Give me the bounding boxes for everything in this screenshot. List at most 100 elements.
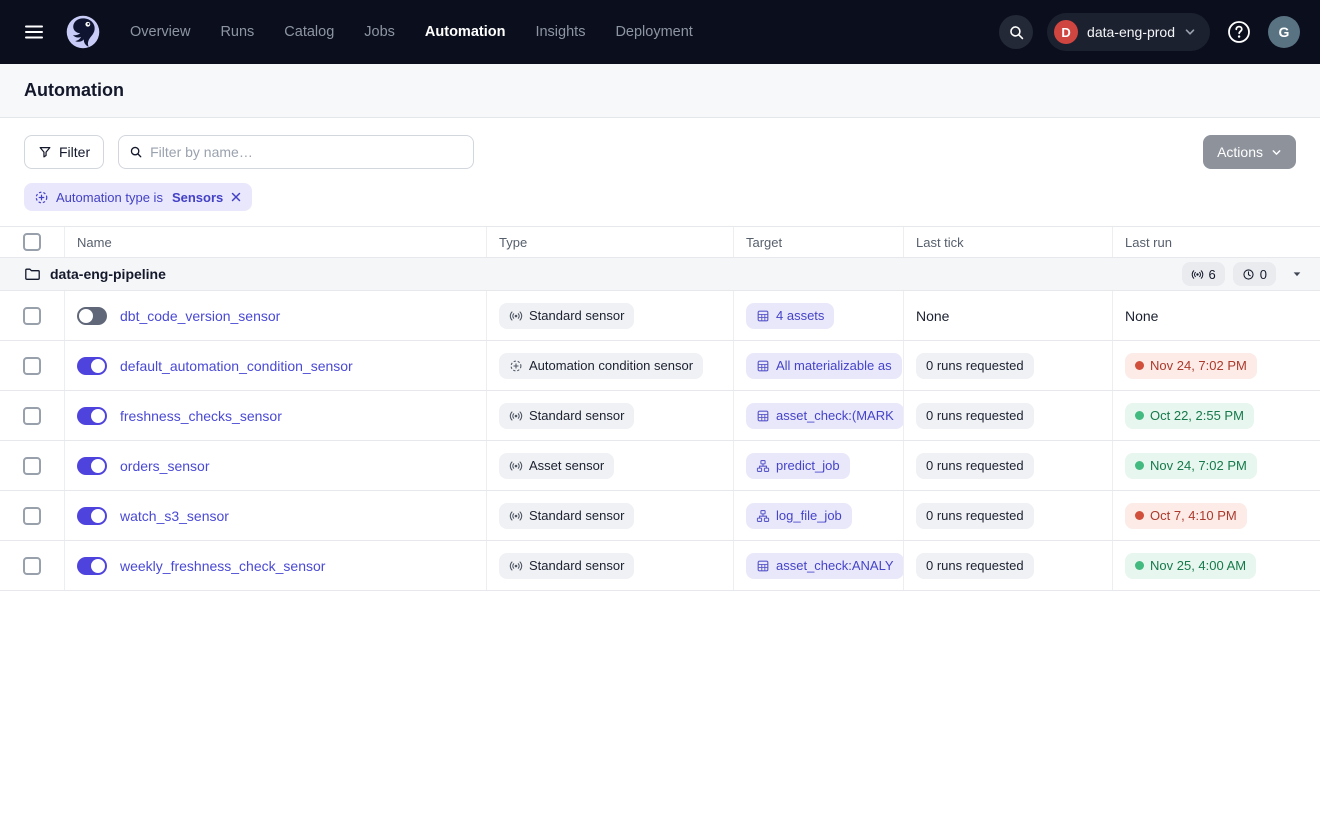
schedule-count-badge: 0	[1233, 262, 1276, 286]
run-status-dot	[1135, 411, 1144, 420]
hamburger-menu-icon[interactable]	[16, 14, 52, 50]
sensor-type-badge: Standard sensor	[499, 503, 634, 529]
target-link[interactable]: All materializable as	[746, 353, 902, 379]
sensor-name-link[interactable]: freshness_checks_sensor	[120, 408, 282, 424]
last-run-link[interactable]: Oct 7, 4:10 PM	[1125, 503, 1247, 529]
sensor-toggle[interactable]	[77, 457, 107, 475]
select-all-checkbox[interactable]	[23, 233, 41, 251]
nav-runs[interactable]: Runs	[220, 24, 254, 40]
search-icon	[1008, 24, 1025, 41]
job-icon	[756, 509, 770, 523]
sensor-toggle[interactable]	[77, 407, 107, 425]
nav-deployment[interactable]: Deployment	[615, 24, 692, 40]
filter-tag-prefix: Automation type is	[56, 190, 163, 205]
schedule-count: 0	[1260, 267, 1267, 282]
last-tick-badge: 0 runs requested	[916, 353, 1034, 379]
row-checkbox[interactable]	[23, 507, 41, 525]
sensor-type-badge: Standard sensor	[499, 303, 634, 329]
asset-icon	[756, 559, 770, 573]
run-status-dot	[1135, 361, 1144, 370]
primary-nav: Overview Runs Catalog Jobs Automation In…	[130, 24, 693, 40]
deployment-switcher[interactable]: D data-eng-prod	[1047, 13, 1210, 51]
chevron-down-icon	[1184, 26, 1196, 38]
actions-button[interactable]: Actions	[1203, 135, 1296, 169]
row-checkbox[interactable]	[23, 557, 41, 575]
last-run-link[interactable]: Nov 25, 4:00 AM	[1125, 553, 1256, 579]
sensor-name-link[interactable]: watch_s3_sensor	[120, 508, 229, 524]
row-checkbox[interactable]	[23, 457, 41, 475]
table-row: default_automation_condition_sensor Auto…	[0, 341, 1320, 391]
filter-button[interactable]: Filter	[24, 135, 104, 169]
clock-icon	[1242, 268, 1255, 281]
nav-automation[interactable]: Automation	[425, 24, 506, 40]
nav-overview[interactable]: Overview	[130, 24, 190, 40]
row-checkbox[interactable]	[23, 357, 41, 375]
sensor-icon	[509, 559, 523, 573]
asset-icon	[756, 409, 770, 423]
user-avatar[interactable]: G	[1268, 16, 1300, 48]
last-run-value: None	[1125, 308, 1158, 324]
search-icon	[129, 145, 143, 159]
filter-tag-value: Sensors	[172, 190, 223, 205]
filter-tag-automation-type[interactable]: Automation type is Sensors	[24, 183, 252, 211]
last-tick-value: None	[916, 308, 949, 324]
name-filter-input[interactable]	[150, 144, 463, 160]
sensor-toggle[interactable]	[77, 357, 107, 375]
run-status-dot	[1135, 561, 1144, 570]
page-title: Automation	[24, 80, 124, 101]
last-tick-badge: 0 runs requested	[916, 453, 1034, 479]
automation-condition-icon	[509, 359, 523, 373]
target-link[interactable]: predict_job	[746, 453, 850, 479]
chevron-down-icon	[1271, 147, 1282, 158]
dagster-logo[interactable]	[62, 11, 104, 53]
job-icon	[756, 459, 770, 473]
sensor-name-link[interactable]: default_automation_condition_sensor	[120, 358, 353, 374]
table-row: watch_s3_sensor Standard sensor log_file…	[0, 491, 1320, 541]
automation-condition-icon	[34, 190, 49, 205]
nav-jobs[interactable]: Jobs	[364, 24, 395, 40]
caret-down-icon[interactable]	[1292, 269, 1302, 279]
row-checkbox[interactable]	[23, 407, 41, 425]
row-checkbox[interactable]	[23, 307, 41, 325]
help-button[interactable]	[1224, 17, 1254, 47]
sensor-icon	[509, 409, 523, 423]
target-link[interactable]: asset_check:ANALY	[746, 553, 903, 579]
sensor-icon	[509, 309, 523, 323]
active-filters-row: Automation type is Sensors	[0, 177, 1320, 226]
last-run-link[interactable]: Nov 24, 7:02 PM	[1125, 453, 1257, 479]
code-location-group-row[interactable]: data-eng-pipeline 6 0	[0, 258, 1320, 291]
table-row: freshness_checks_sensor Standard sensor …	[0, 391, 1320, 441]
sensor-count-badge: 6	[1182, 262, 1225, 286]
group-name: data-eng-pipeline	[50, 266, 166, 282]
folder-icon	[24, 266, 40, 282]
sensor-type-badge: Standard sensor	[499, 553, 634, 579]
nav-insights[interactable]: Insights	[535, 24, 585, 40]
global-search-button[interactable]	[999, 15, 1033, 49]
sensor-toggle[interactable]	[77, 507, 107, 525]
sensor-toggle[interactable]	[77, 557, 107, 575]
sensor-name-link[interactable]: weekly_freshness_check_sensor	[120, 558, 325, 574]
sensor-type-badge: Automation condition sensor	[499, 353, 703, 379]
asset-icon	[756, 359, 770, 373]
last-run-link[interactable]: Oct 22, 2:55 PM	[1125, 403, 1254, 429]
sensor-name-link[interactable]: orders_sensor	[120, 458, 210, 474]
table-row: weekly_freshness_check_sensor Standard s…	[0, 541, 1320, 591]
target-link[interactable]: log_file_job	[746, 503, 852, 529]
column-header-target: Target	[733, 227, 903, 257]
nav-catalog[interactable]: Catalog	[284, 24, 334, 40]
column-header-last-tick: Last tick	[903, 227, 1112, 257]
sensor-icon	[1191, 268, 1204, 281]
sensor-name-link[interactable]: dbt_code_version_sensor	[120, 308, 280, 324]
deployment-avatar: D	[1054, 20, 1078, 44]
sensor-type-badge: Asset sensor	[499, 453, 614, 479]
target-link[interactable]: asset_check:(MARK	[746, 403, 903, 429]
sensor-toggle[interactable]	[77, 307, 107, 325]
target-link[interactable]: 4 assets	[746, 303, 834, 329]
column-header-type: Type	[486, 227, 733, 257]
toolbar: Filter Actions	[0, 118, 1320, 177]
column-header-last-run: Last run	[1112, 227, 1320, 257]
last-run-link[interactable]: Nov 24, 7:02 PM	[1125, 353, 1257, 379]
close-icon[interactable]	[230, 191, 242, 203]
sensor-icon	[509, 509, 523, 523]
sensor-icon	[509, 459, 523, 473]
